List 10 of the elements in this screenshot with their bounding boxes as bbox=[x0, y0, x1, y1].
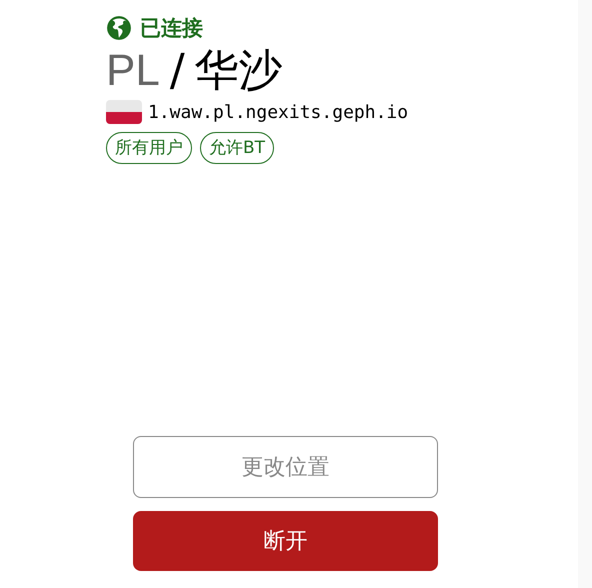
flag-icon bbox=[106, 100, 142, 124]
city-name: 华沙 bbox=[194, 44, 283, 98]
country-code: PL bbox=[106, 45, 160, 97]
connection-status: 已连接 bbox=[140, 15, 203, 42]
tag: 所有用户 bbox=[106, 132, 192, 164]
server-hostname: 1.waw.pl.ngexits.geph.io bbox=[148, 102, 408, 122]
tag: 允许BT bbox=[200, 132, 274, 164]
action-button[interactable]: 断开 bbox=[133, 511, 438, 571]
separator: / bbox=[170, 44, 185, 98]
action-button[interactable]: 更改位置 bbox=[133, 436, 438, 498]
